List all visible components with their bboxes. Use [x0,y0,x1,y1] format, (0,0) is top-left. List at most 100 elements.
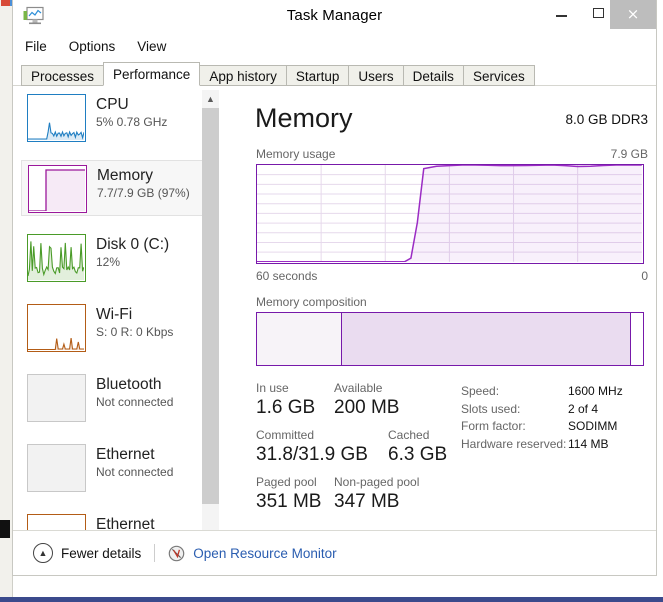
detail-label: Hardware reserved: [461,436,568,454]
close-button[interactable]: × [610,0,656,29]
sidebar-item-label: CPU [96,95,167,114]
scrollbar-thumb[interactable] [202,108,219,504]
stat-value: 1.6 GB [256,396,334,420]
stat-value: 351 MB [256,490,334,514]
menu-item-options[interactable]: Options [69,39,116,54]
stat-value: 31.8/31.9 GB [256,443,388,467]
tab-details[interactable]: Details [403,65,463,86]
memory-stats: In use 1.6 GB Available 200 MB Committed 31.8… [256,380,456,521]
stat-label: In use [256,380,334,396]
resource-monitor-label: Open Resource Monitor [193,546,336,561]
tab-users[interactable]: Users [348,65,402,86]
resource-monitor-icon [168,545,185,562]
resource-thumbnail [27,444,86,492]
sidebar-item-disk-0-c[interactable]: Disk 0 (C:) 12% [21,230,203,286]
tab-app-history[interactable]: App history [200,65,286,86]
detail-value: 1600 MHz [568,383,623,401]
sidebar-item-sublabel: 5% 0.78 GHz [96,114,167,130]
sidebar-item-label: Disk 0 (C:) [96,235,169,254]
open-resource-monitor-link[interactable]: Open Resource Monitor [168,545,336,562]
scroll-up-button[interactable]: ▲ [202,90,219,107]
sidebar-item-sublabel: Not connected [96,464,173,480]
usage-caption: Memory usage [256,147,335,161]
bg-black-block [0,520,10,538]
stat-available: Available 200 MB [334,380,399,420]
stat-label: Committed [256,427,388,443]
stat-value: 200 MB [334,396,399,420]
page-title: Memory [255,102,353,134]
sidebar-item-ethernet[interactable]: Ethernet Not connected [21,440,203,496]
minimize-icon [556,15,567,17]
fewer-details-button[interactable]: ▲ Fewer details [33,543,141,563]
sidebar-scrollbar[interactable]: ▲ ▼ [202,90,219,546]
stat-row: In use 1.6 GB Available 200 MB [256,380,456,420]
memory-details: Speed: 1600 MHz Slots used: 2 of 4 Form fact… [461,383,647,453]
sidebar-item-text: Memory 7.7/7.9 GB (97%) [97,165,190,201]
tab-services[interactable]: Services [463,65,535,86]
chevron-up-circle-icon: ▲ [33,543,53,563]
footer-divider [154,544,155,562]
sidebar-item-sublabel: Not connected [96,394,173,410]
sidebar-item-memory[interactable]: Memory 7.7/7.9 GB (97%) [21,160,203,216]
sidebar-item-label: Memory [97,166,190,185]
memory-spec: 8.0 GB DDR3 [565,112,648,127]
tab-processes[interactable]: Processes [21,65,103,86]
detail-row: Form factor: SODIMM [461,418,647,436]
stat-value: 6.3 GB [388,443,447,467]
stat-committed: Committed 31.8/31.9 GB [256,427,388,467]
resource-thumbnail [28,165,87,213]
resource-thumbnail [27,374,86,422]
menu-bar: File Options View [13,34,656,58]
sidebar-item-sublabel: S: 0 R: 0 Kbps [96,324,173,340]
usage-max-label: 7.9 GB [611,147,648,161]
tab-performance[interactable]: Performance [103,62,200,86]
resource-sidebar: CPU 5% 0.78 GHz Memory 7.7/7.9 GB (97%) Disk… [21,90,219,546]
composition-caption: Memory composition [256,295,367,309]
composition-segment-in-use [257,313,342,365]
task-manager-window: Task Manager × File Options View Process… [12,0,657,576]
minimize-button[interactable] [543,0,580,26]
stat-row: Paged pool 351 MB Non-paged pool 347 MB [256,474,456,514]
title-bar: Task Manager × [13,0,656,34]
stat-in-use: In use 1.6 GB [256,380,334,420]
detail-label: Speed: [461,383,568,401]
sidebar-item-label: Ethernet [96,445,173,464]
sidebar-item-cpu[interactable]: CPU 5% 0.78 GHz [21,90,203,146]
sidebar-item-sublabel: 7.7/7.9 GB (97%) [97,185,190,201]
bg-chip-red [1,0,10,6]
resource-thumbnail [27,304,86,352]
maximize-icon [593,8,604,18]
detail-value: SODIMM [568,418,617,436]
taskbar [0,597,663,602]
sidebar-item-label: Wi-Fi [96,305,173,324]
fewer-details-label: Fewer details [61,546,141,561]
sidebar-item-wi-fi[interactable]: Wi-Fi S: 0 R: 0 Kbps [21,300,203,356]
stat-label: Cached [388,427,447,443]
menu-item-file[interactable]: File [25,39,47,54]
content-area: CPU 5% 0.78 GHz Memory 7.7/7.9 GB (97%) Disk… [13,86,656,546]
stat-label: Non-paged pool [334,474,419,490]
detail-label: Form factor: [461,418,568,436]
sidebar-item-bluetooth[interactable]: Bluetooth Not connected [21,370,203,426]
sidebar-item-text: Ethernet Not connected [96,444,173,480]
composition-segment-free [631,313,643,365]
tab-strip: Processes Performance App history Startup Us… [13,62,656,86]
detail-row: Slots used: 2 of 4 [461,401,647,419]
composition-segment-modified-standby [342,313,631,365]
sidebar-item-text: CPU 5% 0.78 GHz [96,94,167,130]
memory-usage-graph [256,164,644,264]
detail-value: 114 MB [568,436,608,454]
detail-row: Hardware reserved: 114 MB [461,436,647,454]
sidebar-item-text: Disk 0 (C:) 12% [96,234,169,270]
memory-composition-bar[interactable] [256,312,644,366]
detail-label: Slots used: [461,401,568,419]
axis-left-label: 60 seconds [256,269,317,283]
stat-non-paged-pool: Non-paged pool 347 MB [334,474,419,514]
detail-row: Speed: 1600 MHz [461,383,647,401]
menu-item-view[interactable]: View [137,39,166,54]
stat-cached: Cached 6.3 GB [388,427,447,467]
sidebar-item-text: Wi-Fi S: 0 R: 0 Kbps [96,304,173,340]
resource-list: CPU 5% 0.78 GHz Memory 7.7/7.9 GB (97%) Disk… [21,90,203,546]
tab-startup[interactable]: Startup [286,65,349,86]
resource-thumbnail [27,234,86,282]
